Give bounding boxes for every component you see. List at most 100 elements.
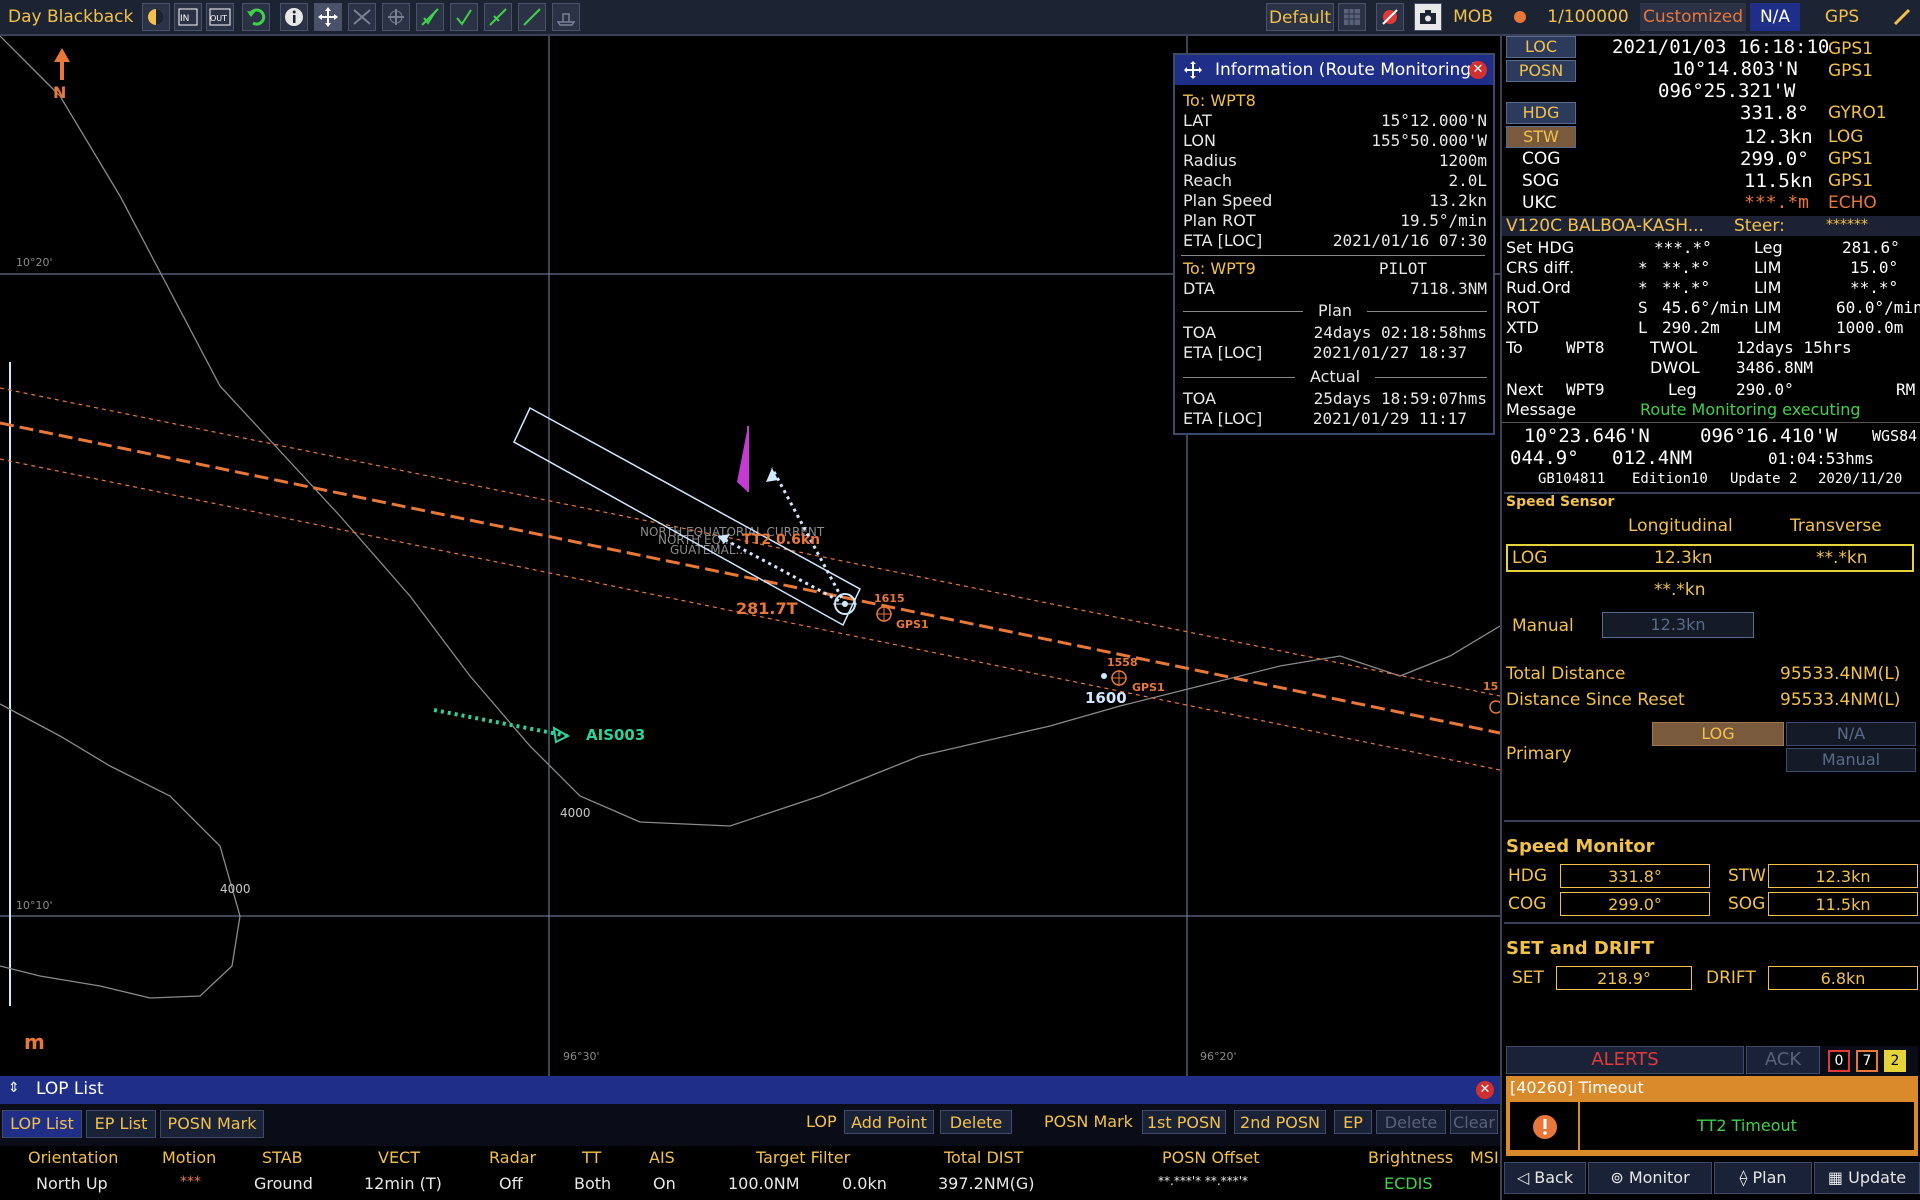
alert-item[interactable]: [40260] Timeout TT2 Timeout [1506,1076,1918,1156]
alarm-icon[interactable] [1376,3,1404,31]
customized-button[interactable]: Customized [1640,3,1746,31]
posn-source: GPS1 [1828,61,1874,81]
back-arrow-icon: ◁ [1516,1168,1535,1187]
compass-icon: ⟠ [1739,1168,1753,1187]
info-title: Information (Route Monitoring) [1215,60,1478,80]
radar-value[interactable]: Off [499,1174,523,1193]
back-button[interactable]: ◁ Back [1504,1162,1586,1194]
grid-update-icon: ▦ [1827,1168,1849,1187]
manual-speed-input[interactable]: 12.3kn [1602,612,1754,638]
pencil-icon[interactable] [1888,3,1916,31]
delete2-button[interactable]: Delete [1376,1110,1446,1134]
posn-button[interactable]: POSN [1506,60,1576,82]
camera-icon[interactable] [1414,3,1442,31]
ais-target-icon[interactable] [552,726,571,744]
lop-tool-4-icon[interactable] [518,3,546,31]
display-mode-button[interactable]: Day Blackback [4,4,137,30]
speed-monitor-panel: Speed Monitor HDG 331.8° STW 12.3kn COG … [1504,820,1920,922]
info-toa-plan-row: TOA 24days 02:18:58hms [1183,323,1487,342]
lop-title-bar[interactable]: ⇕ LOP List ✕ [0,1076,1500,1104]
tt-value[interactable]: Both [574,1174,611,1193]
ep-button[interactable]: EP [1334,1110,1372,1134]
alerts-button[interactable]: ALERTS [1506,1046,1744,1074]
cursor-block: 10°23.646'N 096°16.410'W WGS84 044.9° 01… [1502,422,1920,491]
delete-button[interactable]: Delete [940,1110,1012,1134]
add-point-button[interactable]: Add Point [844,1110,934,1134]
past-track-dot [1101,673,1107,679]
update-button[interactable]: ▦ Update [1814,1162,1920,1194]
position-fix-1615[interactable] [876,606,892,622]
grid-icon[interactable] [382,3,410,31]
ship-tool-icon[interactable] [552,3,580,31]
lop-tool-2-icon[interactable] [450,3,478,31]
cog-source: GPS1 [1828,149,1874,169]
monitor-stw: 12.3kn [1768,864,1918,888]
measure-icon[interactable] [348,3,376,31]
hdg-button[interactable]: HDG [1506,102,1576,124]
speed-sensor-panel: Speed Sensor Longitudinal Transverse LOG… [1504,492,1920,844]
clear-button[interactable]: Clear [1450,1110,1498,1134]
motion-value[interactable]: *** [180,1174,201,1190]
lop-tool-3-icon[interactable] [484,3,512,31]
position-fix-1558[interactable] [1111,670,1127,686]
resize-icon[interactable]: ⇕ [8,1080,20,1096]
lop-tool-1-icon[interactable] [416,3,444,31]
flag-icon[interactable] [737,426,749,492]
vect-value[interactable]: 12min (T) [364,1174,442,1193]
scale-display[interactable]: 1/100000 [1538,3,1638,31]
info-icon[interactable] [280,3,308,31]
brightness-value[interactable]: ECDIS [1384,1174,1432,1193]
info-title-bar[interactable]: Information (Route Monitoring) ✕ [1175,55,1493,85]
second-posn-button[interactable]: 2nd POSN [1234,1110,1326,1134]
stw-button[interactable]: STW [1506,126,1576,148]
primary-log-button[interactable]: LOG [1652,722,1784,746]
target-filter-speed[interactable]: 0.0kn [842,1174,887,1193]
log-sensor-row[interactable]: LOG 12.3kn **.*kn [1506,544,1914,572]
close-icon[interactable]: ✕ [1469,61,1487,79]
drift-value: 6.8kn [1768,966,1918,990]
chart-area[interactable]: 10°20' 10°10' 96°30' 96°20' 4000 4000 NO… [0,36,1500,1076]
target-filter-range[interactable]: 100.0NM [728,1174,800,1193]
guard-zone[interactable] [513,406,861,627]
monitor-cog: 299.0° [1560,892,1710,916]
tab-lop-list[interactable]: LOP List [2,1110,82,1138]
gps-button[interactable]: GPS [1804,3,1880,31]
time-mark-1600: 1600 [1085,689,1127,707]
move-icon[interactable] [314,3,342,31]
close-icon[interactable]: ✕ [1476,1081,1494,1099]
lon-label-1: 96°30' [563,1050,600,1063]
na-button[interactable]: N/A [1750,3,1800,31]
stab-value[interactable]: Ground [254,1174,313,1193]
mob-button[interactable]: MOB [1448,3,1498,31]
tab-ep-list[interactable]: EP List [86,1110,156,1138]
day-night-icon[interactable] [142,3,170,31]
target-label: TT2 0.6kn [742,532,820,548]
undo-icon[interactable] [242,3,270,31]
ais-value[interactable]: On [653,1174,676,1193]
ack-button[interactable]: ACK [1746,1046,1820,1074]
primary-na-button[interactable]: N/A [1786,722,1916,746]
in-icon[interactable]: IN [174,3,202,31]
cog-value: 299.0° [1740,148,1809,170]
depth-label-1: 4000 [560,806,591,820]
alert-icon-box [1510,1102,1578,1150]
monitor-button[interactable]: ⊚ Monitor [1588,1162,1712,1194]
divider [1181,255,1485,256]
ownship-lat: 10°14.803'N [1672,58,1798,80]
move-icon[interactable] [1183,60,1203,80]
primary-manual-button[interactable]: Manual [1786,748,1916,772]
plan-button[interactable]: ⟠ Plan [1714,1162,1812,1194]
ownship-lon: 096°25.321'W [1658,80,1796,102]
layer-icon[interactable] [1338,3,1366,31]
first-posn-button[interactable]: 1st POSN [1142,1110,1226,1134]
lon-label-2: 96°20' [1200,1050,1237,1063]
posn-offset-value[interactable]: **.***'* **.***'* [1158,1174,1248,1188]
route-monitoring-info-window[interactable]: Information (Route Monitoring) ✕ To: WPT… [1173,53,1495,435]
default-button[interactable]: Default [1266,3,1334,31]
tab-posn-mark[interactable]: POSN Mark [160,1110,264,1138]
total-dist-value[interactable]: 397.2NM(G) [938,1174,1034,1193]
loc-button[interactable]: LOC [1506,36,1576,58]
orientation-value[interactable]: North Up [36,1174,108,1193]
planned-route[interactable] [0,387,1500,771]
out-icon[interactable]: OUT [206,3,234,31]
